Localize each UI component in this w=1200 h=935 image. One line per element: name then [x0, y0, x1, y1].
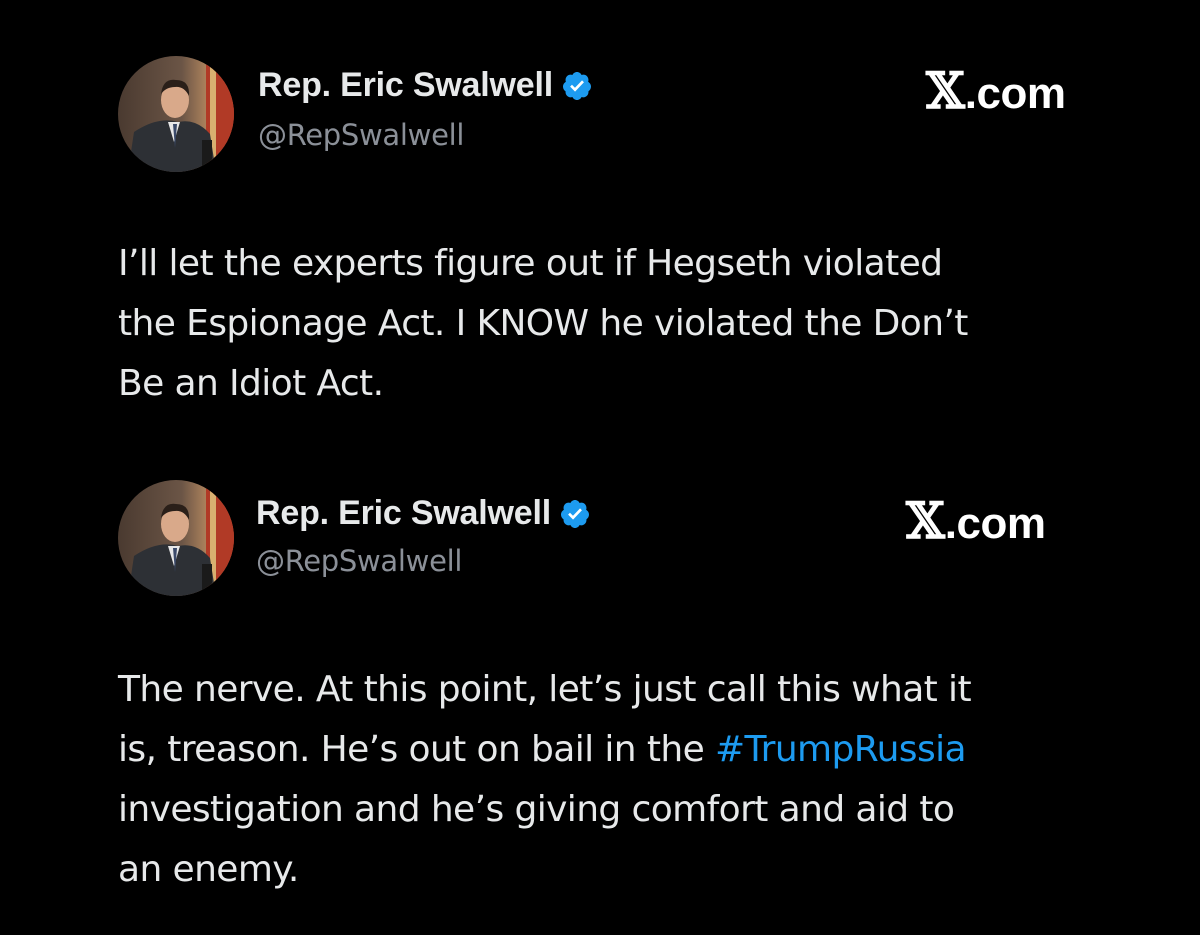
brand-suffix: .com [944, 499, 1046, 548]
post-body-line: investigation and he’s giving comfort an… [118, 789, 955, 830]
post-body-line: is, treason. He’s out on bail in the #Tr… [118, 720, 1118, 780]
post-body-line: The nerve. At this point, let’s just cal… [118, 669, 972, 710]
verified-badge-icon [559, 498, 591, 530]
post-body: I’ll let the experts figure out if Hegse… [118, 234, 1118, 414]
avatar[interactable] [118, 56, 234, 172]
x-logo-icon: 𝕏 [926, 61, 965, 120]
display-name[interactable]: Rep. Eric Swalwell [258, 66, 553, 105]
x-logo-icon: 𝕏 [906, 491, 945, 550]
avatar[interactable] [118, 480, 234, 596]
verified-badge-icon [561, 70, 593, 102]
handle[interactable]: @RepSwalwell [258, 118, 464, 152]
post-body-line: Be an Idiot Act. [118, 363, 384, 404]
avatar-photo-icon [118, 480, 234, 596]
hashtag-link[interactable]: #TrumpRussia [715, 729, 967, 770]
post-body-text: is, treason. He’s out on bail in the [118, 729, 715, 770]
brand-suffix: .com [964, 69, 1066, 118]
post-body-line: I’ll let the experts figure out if Hegse… [118, 243, 943, 284]
x-com-brand: 𝕏 .com [906, 496, 1046, 546]
x-com-brand: 𝕏 .com [926, 66, 1066, 116]
post-body-line: the Espionage Act. I KNOW he violated th… [118, 303, 968, 344]
post-body: The nerve. At this point, let’s just cal… [118, 660, 1118, 900]
display-name[interactable]: Rep. Eric Swalwell [256, 494, 551, 533]
author-name-row: Rep. Eric Swalwell [258, 66, 593, 105]
post-body-line: an enemy. [118, 849, 299, 890]
handle[interactable]: @RepSwalwell [256, 544, 462, 578]
author-name-row: Rep. Eric Swalwell [256, 494, 591, 533]
avatar-photo-icon [118, 56, 234, 172]
